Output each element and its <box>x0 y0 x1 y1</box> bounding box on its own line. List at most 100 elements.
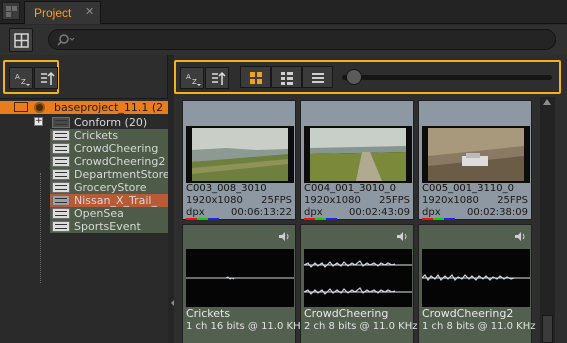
clip-resolution: 1920x1080 25FPS <box>186 195 294 207</box>
speaker-icon <box>515 232 525 241</box>
tree-item-label: Nissan_X_Trail_ <box>74 194 157 207</box>
sort-alpha-button[interactable]: A Z <box>9 67 33 89</box>
fps-text: 25FPS <box>497 195 528 206</box>
clip-name: C003_008_3010 <box>186 183 267 194</box>
vertical-scrollbar[interactable] <box>540 97 555 343</box>
tree-item-label: OpenSea <box>74 207 124 220</box>
waveform-thumbnail <box>304 249 412 307</box>
clip-thumbnail <box>422 126 530 183</box>
coastline-thumbnail <box>186 126 294 183</box>
tree-item-crickets[interactable]: Crickets <box>0 129 168 142</box>
tree-item-crowdcheering[interactable]: CrowdCheering <box>0 142 168 155</box>
audio-clip-icon <box>52 156 70 167</box>
bin-toolbar: A Z <box>174 60 561 94</box>
thumbnail-size-slider[interactable] <box>342 75 552 80</box>
audio-clip-icon <box>52 208 70 219</box>
speaker-icon <box>397 232 407 241</box>
codec-text: dpx <box>186 207 205 218</box>
sort-alpha-icon: A Z <box>186 73 201 86</box>
details-list-icon <box>281 72 293 85</box>
tree-item-departmentstore[interactable]: DepartmentStore <box>0 168 168 181</box>
fps-text: 25FPS <box>379 195 410 206</box>
clip-card[interactable]: C005_001_3110_0 1920x1080 25FPS dpx 00:0… <box>418 100 532 220</box>
tree-item-label: DepartmentStore <box>74 168 168 181</box>
clip-thumbnail <box>186 126 294 183</box>
audio-info: 1 ch 8 bits @ 11.0 KHz <box>422 321 536 332</box>
tab-bar: Project ✕ <box>0 0 567 24</box>
audio-card[interactable]: CrowdCheering 2 ch 8 bits @ 11.0 KHz <box>300 224 418 343</box>
audio-clip-icon <box>52 143 70 154</box>
tree-sort-toolbar: A Z <box>3 60 59 94</box>
waveform <box>186 249 294 307</box>
tab-project[interactable]: Project ✕ <box>24 1 101 24</box>
sort-alpha-icon: A Z <box>15 73 30 86</box>
panel-menu-icon[interactable] <box>2 2 20 20</box>
clip-meta: dpx 00:02:38:09 <box>422 207 530 220</box>
expand-icon[interactable]: + <box>34 117 43 126</box>
clip-grid: C003_008_3010 1920x1080 25FPS dpx 00:06:… <box>182 100 540 343</box>
scroll-up-arrow-icon[interactable] <box>543 99 551 105</box>
svg-text:A: A <box>15 73 20 81</box>
search-input[interactable] <box>48 29 556 50</box>
sort-order-button[interactable] <box>205 67 229 89</box>
tree-item-conform[interactable]: + Conform (20) <box>0 116 168 129</box>
view-mode-group <box>240 66 334 88</box>
clip-meta: dpx 00:06:13:22 <box>186 207 294 220</box>
clip-meta: dpx 00:02:43:09 <box>304 207 412 220</box>
waveform <box>422 249 530 307</box>
audio-card[interactable]: Crickets 1 ch 16 bits @ 11.0 KHz <box>182 224 306 343</box>
close-icon[interactable]: ✕ <box>85 5 94 18</box>
tree-item-sportsevent[interactable]: SportsEvent <box>0 220 168 233</box>
clip-resolution: 1920x1080 25FPS <box>304 195 412 207</box>
clip-card[interactable]: C003_008_3010 1920x1080 25FPS dpx 00:06:… <box>182 100 296 220</box>
resolution-text: 1920x1080 <box>304 195 361 206</box>
tree-item-nissan[interactable]: Nissan_X_Trail_ <box>0 194 168 207</box>
clip-thumbnail <box>304 126 412 183</box>
thumbnail-view-button[interactable] <box>240 66 271 88</box>
road-thumbnail <box>304 126 412 183</box>
audio-info: 1 ch 16 bits @ 11.0 KHz <box>186 321 306 332</box>
audio-clip-icon <box>52 130 70 141</box>
duration-text: 00:06:13:22 <box>230 207 292 218</box>
sort-order-button[interactable] <box>34 67 58 89</box>
clip-card[interactable]: C004_001_3010_0 1920x1080 25FPS dpx 00:0… <box>300 100 414 220</box>
thumbnail-grid-icon <box>250 72 262 84</box>
tree-item-opensea[interactable]: OpenSea <box>0 207 168 220</box>
tree-item-crowdcheering2[interactable]: CrowdCheering2 <box>0 155 168 168</box>
clip-name: C005_001_3110_0 <box>422 183 514 194</box>
tree-root-item[interactable]: baseproject_11.1 (2 <box>0 101 168 114</box>
rgb-channel-bar <box>422 218 455 220</box>
scrollbar-thumb[interactable] <box>542 315 553 343</box>
project-folder-icon <box>14 102 28 112</box>
layout-toggle-button[interactable] <box>9 28 33 52</box>
slider-handle[interactable] <box>346 69 362 85</box>
sort-order-icon <box>41 71 55 85</box>
tree-item-grocerystore[interactable]: GroceryStore <box>0 181 168 194</box>
audio-card[interactable]: CrowdCheering2 1 ch 8 bits @ 11.0 KHz <box>418 224 536 343</box>
tree-item-label: Conform (20) <box>74 116 148 129</box>
clip-name: C004_001_3010_0 <box>304 183 396 194</box>
search-icon <box>57 34 75 46</box>
project-icon <box>34 102 45 113</box>
tree-item-label: CrowdCheering <box>74 142 159 155</box>
resolution-text: 1920x1080 <box>422 195 479 206</box>
waveform-thumbnail <box>422 249 530 307</box>
speaker-icon <box>279 232 289 241</box>
svg-text:A: A <box>186 73 191 81</box>
clip-name: CrowdCheering <box>304 308 389 320</box>
sort-alpha-button[interactable]: A Z <box>180 67 204 89</box>
list-view-button[interactable] <box>302 66 333 88</box>
duration-text: 00:02:38:09 <box>466 207 528 218</box>
tree-item-label: CrowdCheering2 <box>74 155 166 168</box>
details-view-button[interactable] <box>271 66 302 88</box>
fps-text: 25FPS <box>261 195 292 206</box>
audio-clip-icon <box>52 169 70 180</box>
sort-order-icon <box>212 71 226 85</box>
folder-icon <box>52 117 70 128</box>
bin-sort-group: A Z <box>176 62 232 92</box>
audio-info: 2 ch 8 bits @ 11.0 KHz <box>304 321 418 332</box>
tree-item-label: Crickets <box>74 129 119 142</box>
waveform <box>304 249 412 307</box>
clip-name: Crickets <box>186 308 231 320</box>
tree-item-label: SportsEvent <box>74 220 141 233</box>
